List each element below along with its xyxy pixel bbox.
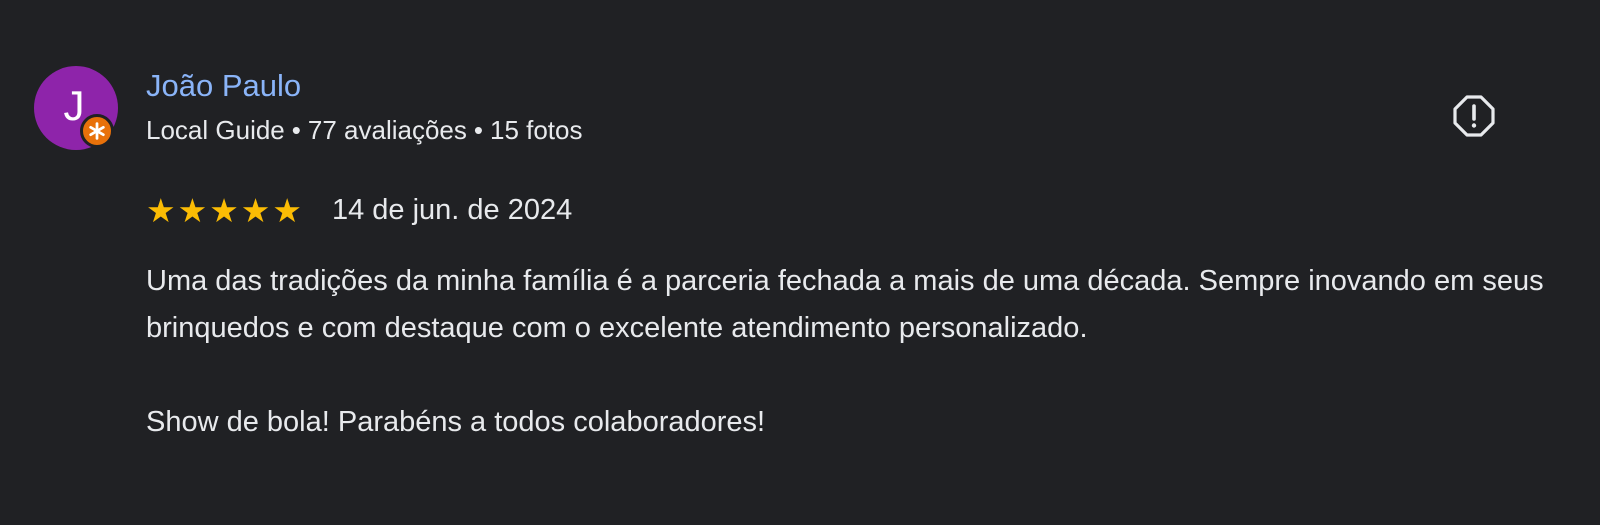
rating-row: ★ ★ ★ ★ ★ 14 de jun. de 2024 (146, 190, 572, 230)
author-meta: Local Guide • 77 avaliações • 15 fotos (146, 115, 583, 146)
review-paragraph: Uma das tradições da minha família é a p… (146, 265, 1544, 344)
review-text: Uma das tradições da minha família é a p… (146, 258, 1566, 446)
star-icon: ★ (272, 190, 302, 230)
review-paragraph: Show de bola! Parabéns a todos colaborad… (146, 406, 766, 438)
author-name[interactable]: João Paulo (146, 68, 301, 104)
review-date: 14 de jun. de 2024 (331, 193, 573, 226)
star-icon: ★ (177, 190, 208, 230)
star-rating: ★ ★ ★ ★ ★ (146, 194, 302, 227)
star-icon: ★ (146, 190, 176, 230)
asterisk-icon (89, 122, 105, 140)
photo-count: 15 fotos (489, 115, 583, 145)
meta-separator: • (291, 115, 301, 145)
report-flag-icon (1453, 95, 1495, 137)
star-icon: ★ (240, 190, 271, 230)
review-card: J João Paulo Local Guide • 77 avaliações • 1… (0, 0, 1600, 525)
local-guide-label: Local Guide (146, 115, 285, 145)
review-count: 77 avaliações (307, 115, 467, 145)
local-guide-badge-icon (80, 114, 114, 148)
star-icon: ★ (209, 190, 239, 230)
report-button[interactable] (1450, 92, 1498, 140)
meta-separator: • (473, 115, 483, 145)
